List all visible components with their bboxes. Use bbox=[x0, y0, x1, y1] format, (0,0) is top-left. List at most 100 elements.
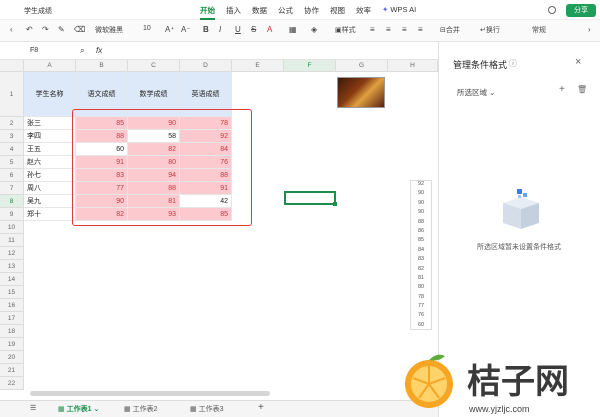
tab-efficiency[interactable]: 效率 bbox=[356, 5, 371, 20]
style-button[interactable]: ▣样式 bbox=[335, 25, 356, 35]
student-name-cell[interactable]: 郑十 bbox=[24, 208, 76, 221]
student-name-cell[interactable]: 王五 bbox=[24, 143, 76, 156]
title-bar: 学生成绩 开始 插入 数据 公式 协作 视图 效率 ✦ WPS AI 分享 bbox=[0, 0, 600, 20]
sheet-tab[interactable]: ▦ 工作表2 bbox=[124, 404, 157, 414]
sheet-tab[interactable]: ▦ 工作表3 bbox=[190, 404, 223, 414]
column-header[interactable]: A bbox=[24, 60, 76, 72]
student-name-cell[interactable]: 吴九 bbox=[24, 195, 76, 208]
student-name-cell[interactable]: 张三 bbox=[24, 117, 76, 130]
column-header[interactable]: E bbox=[232, 60, 284, 72]
align-justify-icon[interactable]: ≡ bbox=[418, 25, 423, 34]
name-box[interactable]: F8 bbox=[30, 47, 38, 54]
format-painter-icon[interactable]: ✎ bbox=[58, 25, 65, 34]
merge-label: 合并 bbox=[445, 27, 460, 34]
row-header[interactable]: 9 bbox=[0, 208, 24, 221]
row-header[interactable]: 5 bbox=[0, 156, 24, 169]
document-title[interactable]: 学生成绩 bbox=[24, 6, 52, 16]
row-header[interactable]: 2 bbox=[0, 117, 24, 130]
row-header[interactable]: 8 bbox=[0, 195, 24, 208]
align-center-icon[interactable]: ≡ bbox=[386, 25, 391, 34]
strikethrough-icon[interactable]: S bbox=[251, 25, 256, 34]
row-header[interactable]: 20 bbox=[0, 351, 24, 364]
column-header[interactable]: B bbox=[76, 60, 128, 72]
tab-wps-ai[interactable]: ✦ WPS AI bbox=[382, 5, 416, 20]
redo-icon[interactable]: ↷ bbox=[42, 25, 49, 34]
wrap-button[interactable]: ↵换行 bbox=[480, 25, 500, 35]
column-header[interactable]: C bbox=[128, 60, 180, 72]
underline-icon[interactable]: U bbox=[235, 25, 241, 34]
active-cell-cursor[interactable] bbox=[284, 191, 337, 206]
add-sheet-button[interactable]: + bbox=[258, 402, 264, 413]
orange-logo-icon bbox=[405, 354, 453, 408]
add-rule-icon[interactable]: + bbox=[559, 84, 565, 95]
align-left-icon[interactable]: ≡ bbox=[370, 25, 375, 34]
row-header[interactable]: 12 bbox=[0, 247, 24, 260]
row-header[interactable]: 1 bbox=[0, 72, 24, 117]
scope-select[interactable]: 所选区域 ⌄ bbox=[457, 87, 495, 98]
fx-icon[interactable]: fx bbox=[96, 46, 102, 55]
font-size-select[interactable]: 10 bbox=[143, 25, 151, 32]
chevron-right-icon[interactable]: › bbox=[588, 25, 591, 34]
increase-font-icon[interactable]: A⁺ bbox=[165, 25, 175, 34]
column-header[interactable]: G bbox=[336, 60, 388, 72]
zoom-icon[interactable]: ⌕ bbox=[80, 46, 84, 56]
horizontal-scrollbar[interactable] bbox=[30, 391, 270, 396]
merge-button[interactable]: ⊟合并 bbox=[440, 25, 460, 35]
row-header[interactable]: 6 bbox=[0, 169, 24, 182]
italic-icon[interactable]: I bbox=[219, 25, 221, 34]
sheet-list-icon[interactable]: ☰ bbox=[30, 404, 36, 412]
share-button[interactable]: 分享 bbox=[566, 4, 596, 17]
list-item: 77 bbox=[417, 303, 425, 310]
number-format-select[interactable]: 常规 bbox=[532, 25, 546, 35]
row-header[interactable]: 4 bbox=[0, 143, 24, 156]
tab-data[interactable]: 数据 bbox=[252, 5, 267, 20]
toolbar: ‹ ↶ ↷ ✎ ⌫ 微软雅黑 10 A⁺ A⁻ B I U S A ▦ ◈ ▣样… bbox=[0, 20, 600, 42]
row-header[interactable]: 11 bbox=[0, 234, 24, 247]
student-name-cell[interactable]: 赵六 bbox=[24, 156, 76, 169]
list-item: 90 bbox=[417, 190, 425, 197]
embedded-image[interactable] bbox=[337, 77, 385, 108]
student-name-cell[interactable]: 孙七 bbox=[24, 169, 76, 182]
chevron-down-icon: ⌄ bbox=[93, 406, 100, 413]
row-header[interactable]: 16 bbox=[0, 299, 24, 312]
row-header[interactable]: 18 bbox=[0, 325, 24, 338]
row-header[interactable]: 3 bbox=[0, 130, 24, 143]
select-all-corner[interactable] bbox=[0, 60, 24, 72]
tab-home[interactable]: 开始 bbox=[200, 5, 215, 20]
student-name-cell[interactable]: 周八 bbox=[24, 182, 76, 195]
column-header[interactable]: H bbox=[388, 60, 438, 72]
tab-insert[interactable]: 插入 bbox=[226, 5, 241, 20]
eraser-icon[interactable]: ⌫ bbox=[74, 25, 85, 34]
chevron-left-icon[interactable]: ‹ bbox=[10, 25, 13, 34]
sheet-tab[interactable]: ▦ 工作表1 ⌄ bbox=[58, 404, 99, 414]
cloud-sync-icon[interactable] bbox=[548, 6, 556, 14]
fill-color-icon[interactable]: ◈ bbox=[311, 25, 317, 34]
font-name-select[interactable]: 微软雅黑 bbox=[95, 25, 123, 35]
column-header[interactable]: F bbox=[284, 60, 336, 72]
row-header[interactable]: 21 bbox=[0, 364, 24, 377]
font-color-icon[interactable]: A bbox=[267, 25, 272, 34]
help-icon[interactable]: ⓘ bbox=[509, 58, 517, 69]
tab-collab[interactable]: 协作 bbox=[304, 5, 319, 20]
tab-view[interactable]: 视图 bbox=[330, 5, 345, 20]
align-right-icon[interactable]: ≡ bbox=[402, 25, 407, 34]
row-header[interactable]: 7 bbox=[0, 182, 24, 195]
delete-rule-icon[interactable]: 🗑 bbox=[577, 85, 587, 94]
undo-icon[interactable]: ↶ bbox=[26, 25, 33, 34]
row-header[interactable]: 15 bbox=[0, 286, 24, 299]
row-header[interactable]: 14 bbox=[0, 273, 24, 286]
tab-formula[interactable]: 公式 bbox=[278, 5, 293, 20]
student-name-cell[interactable]: 李四 bbox=[24, 130, 76, 143]
border-icon[interactable]: ▦ bbox=[289, 25, 297, 34]
row-header[interactable]: 10 bbox=[0, 221, 24, 234]
row-header[interactable]: 19 bbox=[0, 338, 24, 351]
row-header[interactable]: 17 bbox=[0, 312, 24, 325]
row-header[interactable]: 22 bbox=[0, 377, 24, 390]
bold-icon[interactable]: B bbox=[203, 25, 209, 34]
column-header[interactable]: D bbox=[180, 60, 232, 72]
list-item: 90 bbox=[417, 209, 425, 216]
decrease-font-icon[interactable]: A⁻ bbox=[181, 25, 191, 34]
close-icon[interactable]: × bbox=[575, 56, 581, 68]
table-header-cell[interactable]: 学生名称 bbox=[24, 72, 76, 117]
row-header[interactable]: 13 bbox=[0, 260, 24, 273]
